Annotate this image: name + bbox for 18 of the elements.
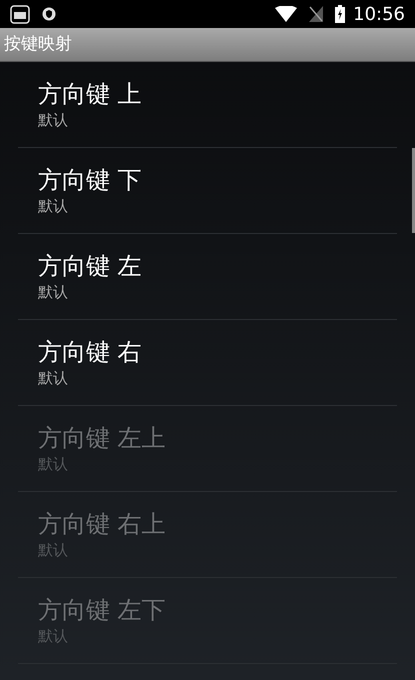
app-icon (10, 4, 30, 24)
status-time: 10:56 (353, 2, 405, 26)
no-signal-icon (309, 6, 324, 22)
key-mapping-summary: 默认 (38, 368, 69, 388)
key-mapping-summary: 默认 (38, 626, 69, 646)
key-mapping-title[interactable]: 方向键 右 (38, 336, 397, 366)
shield-icon (42, 7, 56, 21)
screen-title: 按键映射 (4, 32, 72, 56)
key-mapping-summary: 默认 (38, 282, 69, 302)
wifi-icon (275, 6, 298, 22)
key-mapping-title[interactable]: 方向键 下 (38, 164, 397, 194)
key-mapping-title[interactable]: 方向键 上 (38, 78, 397, 108)
key-mapping-title[interactable]: 方向键 左 (38, 250, 397, 280)
key-mapping-summary: 默认 (38, 540, 69, 560)
battery-charging-icon (335, 5, 346, 23)
key-mapping-summary: 默认 (38, 110, 69, 130)
key-mapping-summary: 默认 (38, 454, 69, 474)
key-mapping-summary: 默认 (38, 196, 69, 216)
